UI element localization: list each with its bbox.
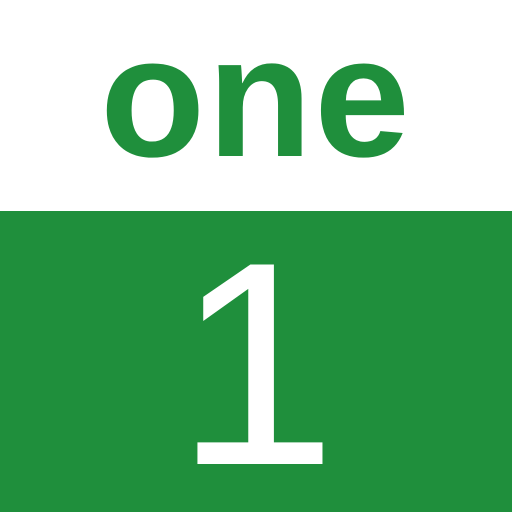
number-numeral: 1 [175, 201, 337, 512]
number-tile: one 1 [0, 0, 512, 512]
numeral-band: 1 [0, 211, 512, 512]
number-word: one [100, 0, 412, 193]
word-band: one [0, 0, 512, 211]
